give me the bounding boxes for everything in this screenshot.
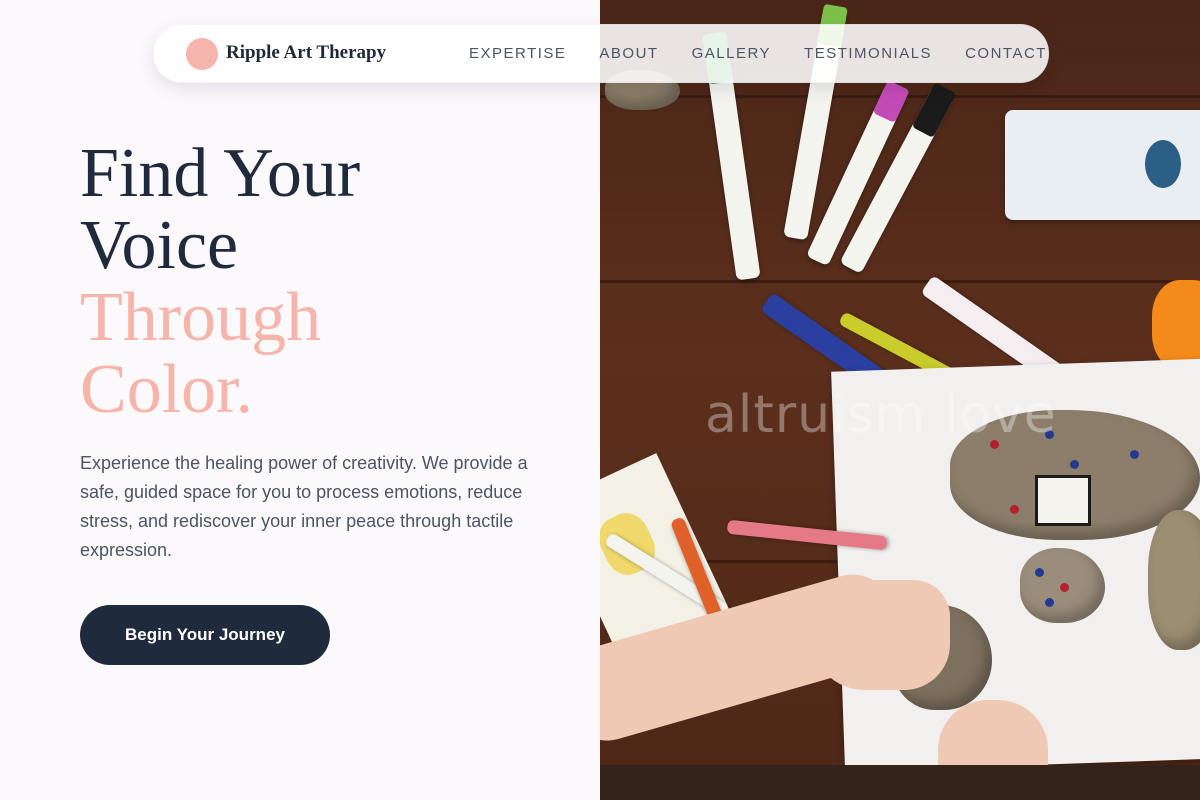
hero-title: Find Your Voice Through Color. <box>80 138 360 426</box>
sticker-shape <box>1035 475 1091 526</box>
nav-link-testimonials[interactable]: TESTIMONIALS <box>804 45 932 62</box>
hero-title-accent-line-1: Through <box>80 279 322 356</box>
orange-object-shape <box>1152 280 1200 370</box>
top-navigation-bar: Ripple Art Therapy EXPERTISE ABOUT GALLE… <box>153 24 1049 83</box>
hero-title-accent-line-2: Color. <box>80 351 254 428</box>
image-watermark: altruism love <box>705 385 1057 445</box>
nav-link-gallery[interactable]: GALLERY <box>692 45 771 62</box>
hero-description: Experience the healing power of creativi… <box>80 453 528 560</box>
small-rock-shape <box>1020 548 1105 623</box>
paint-palette-shape <box>1005 110 1200 220</box>
wood-plank-line <box>600 280 1200 283</box>
nav-links: EXPERTISE ABOUT GALLERY TESTIMONIALS CON… <box>469 45 1047 62</box>
hero-title-line-2: Voice <box>80 207 239 284</box>
nav-link-about[interactable]: ABOUT <box>599 45 658 62</box>
rock-edge-shape <box>1148 510 1200 650</box>
brand-name[interactable]: Ripple Art Therapy <box>226 42 386 64</box>
hero-left-panel: Find Your Voice Through Color. Experienc… <box>0 0 600 800</box>
hero-title-line-1: Find Your <box>80 135 361 212</box>
child-hand-shape <box>810 580 950 690</box>
nav-link-contact[interactable]: CONTACT <box>965 45 1047 62</box>
hero-image: altruism love <box>600 0 1200 800</box>
table-edge-shape <box>600 765 1200 800</box>
nav-link-expertise[interactable]: EXPERTISE <box>469 45 566 62</box>
begin-journey-button[interactable]: Begin Your Journey <box>80 605 330 665</box>
brand-logo-icon[interactable] <box>186 38 218 70</box>
